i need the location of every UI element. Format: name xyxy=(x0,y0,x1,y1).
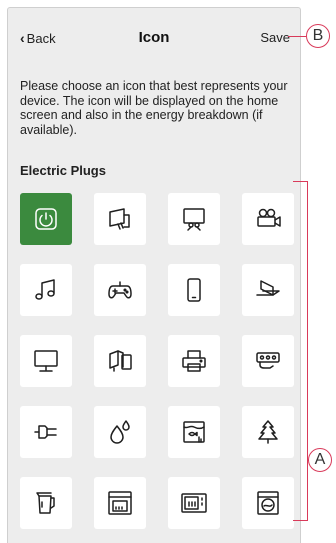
icon-tile-power[interactable] xyxy=(20,193,72,245)
projector-screen-icon xyxy=(183,208,205,231)
icon-grid xyxy=(20,193,296,533)
oven-icon xyxy=(108,491,132,515)
video-camera-icon xyxy=(257,208,281,227)
monitor-icon xyxy=(34,350,58,372)
icon-tile-projector-screen[interactable] xyxy=(168,193,220,245)
icon-tile-oven[interactable] xyxy=(94,477,146,529)
callout-a-marker: A xyxy=(308,448,332,472)
callout-b-marker: B xyxy=(306,24,330,48)
microwave-icon xyxy=(181,493,207,513)
music-note-icon xyxy=(35,279,55,300)
washing-machine-icon xyxy=(257,491,279,515)
description-text: Please choose an icon that best represen… xyxy=(20,79,288,137)
icon-tile-monitor[interactable] xyxy=(20,335,72,387)
plug-icon xyxy=(34,425,57,439)
printer-icon xyxy=(182,350,206,372)
hand-dryer-icon xyxy=(109,208,130,230)
icon-tile-aquarium[interactable] xyxy=(168,406,220,458)
callout-b-leader xyxy=(288,36,306,37)
icon-tile-power-strip[interactable] xyxy=(242,335,294,387)
icon-tile-mobile-phone[interactable] xyxy=(168,264,220,316)
icon-tile-microwave[interactable] xyxy=(168,477,220,529)
icon-tile-christmas-tree[interactable] xyxy=(242,406,294,458)
icon-tile-desktop-computer[interactable] xyxy=(94,335,146,387)
callout-a-bracket xyxy=(293,181,308,521)
desktop-computer-icon xyxy=(109,350,132,372)
aquarium-icon xyxy=(183,421,205,443)
icon-tile-printer[interactable] xyxy=(168,335,220,387)
kettle-icon xyxy=(36,492,55,514)
phone-screen: ‹ Back Icon Save Please choose an icon t… xyxy=(7,7,301,543)
power-strip-icon xyxy=(256,352,280,369)
icon-tile-washing-machine[interactable] xyxy=(242,477,294,529)
icon-tile-laptop[interactable] xyxy=(242,264,294,316)
laptop-icon xyxy=(256,280,280,296)
header-bar: ‹ Back Icon Save xyxy=(8,8,300,68)
page-title: Icon xyxy=(138,29,170,46)
icon-tile-kettle[interactable] xyxy=(20,477,72,529)
mobile-phone-icon xyxy=(187,278,201,302)
water-drops-icon xyxy=(110,420,130,444)
icon-tile-music-note[interactable] xyxy=(20,264,72,316)
icon-tile-hand-dryer[interactable] xyxy=(94,193,146,245)
gamepad-icon xyxy=(108,281,132,299)
icon-tile-video-camera[interactable] xyxy=(242,193,294,245)
icon-tile-water-drops[interactable] xyxy=(94,406,146,458)
section-title: Electric Plugs xyxy=(20,163,106,178)
save-button[interactable]: Save xyxy=(260,30,290,45)
icon-tile-plug[interactable] xyxy=(20,406,72,458)
power-icon xyxy=(35,208,57,230)
icon-tile-gamepad[interactable] xyxy=(94,264,146,316)
christmas-tree-icon xyxy=(258,420,278,444)
